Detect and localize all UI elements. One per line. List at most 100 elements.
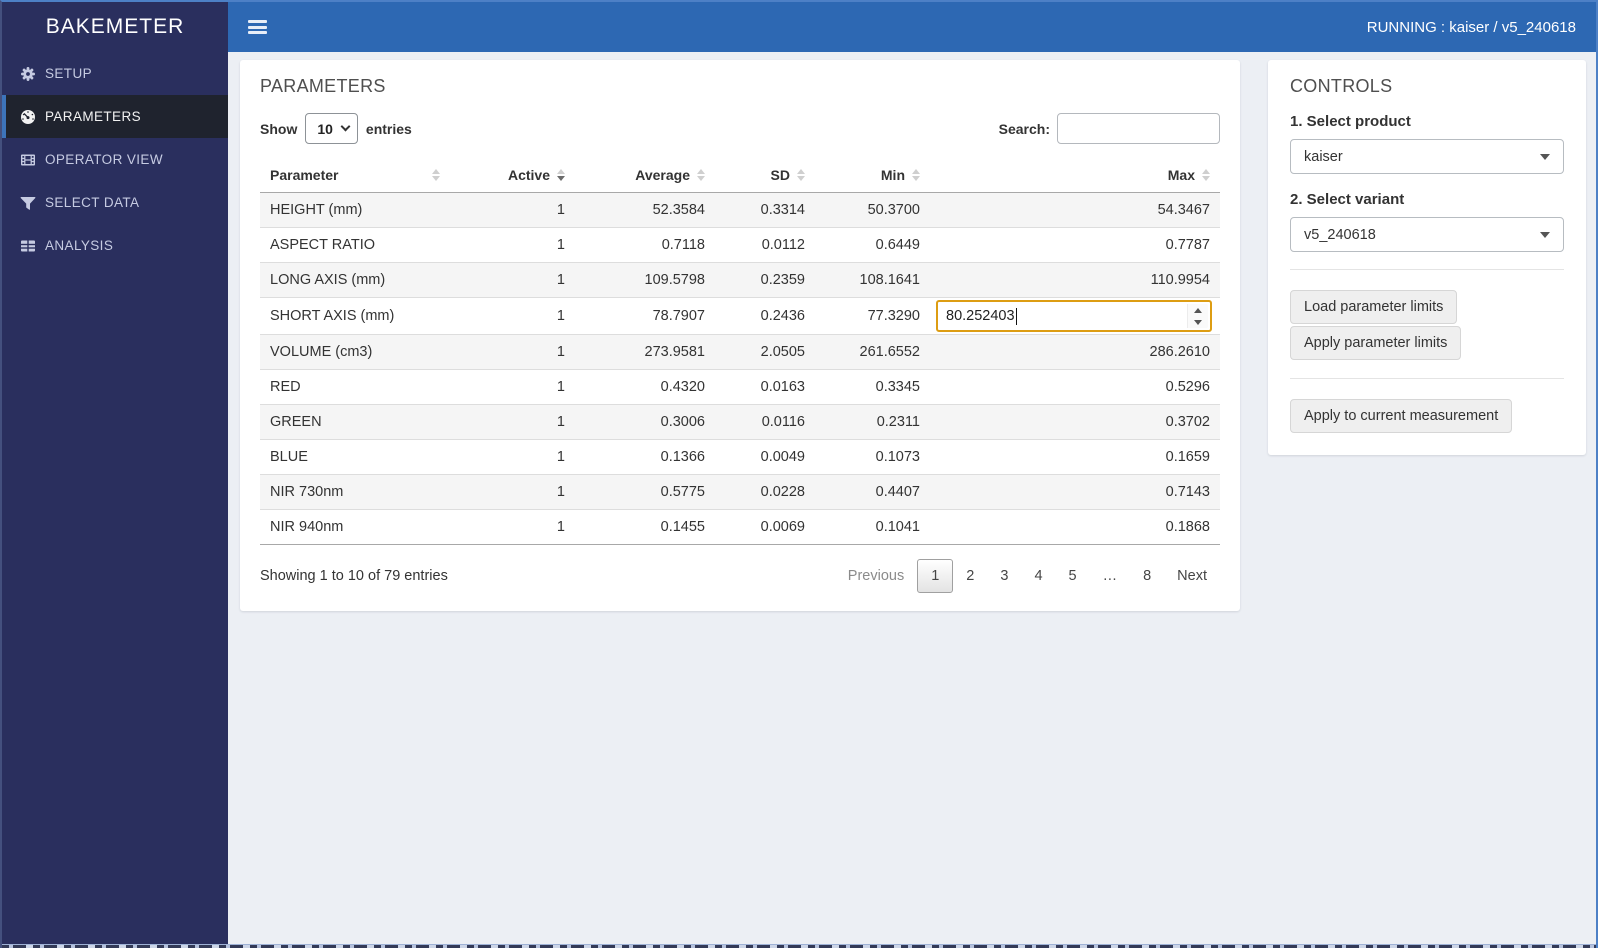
pagination-next[interactable]: Next <box>1164 560 1220 592</box>
max-value-cell: 54.3467 <box>1157 202 1210 218</box>
average-value-cell: 109.5798 <box>644 272 705 288</box>
min-value-cell: 0.3345 <box>875 379 920 395</box>
table-row: NIR 730nm 1 0.5775 0.0228 0.4407 0.7143 <box>260 474 1220 510</box>
spinner-down-icon[interactable] <box>1188 316 1208 328</box>
pagination-page-1[interactable]: 1 <box>917 559 954 593</box>
pagination-previous[interactable]: Previous <box>835 560 917 592</box>
page-length-select[interactable]: 10 <box>305 113 358 144</box>
divider <box>1290 378 1564 379</box>
spinner-up-icon[interactable] <box>1188 304 1208 316</box>
column-header-average[interactable]: Average <box>575 158 715 193</box>
gauge-icon <box>19 108 36 125</box>
parameter-name-cell: ASPECT RATIO <box>270 237 376 253</box>
sidebar-nav: SETUP PARAMETERS OPERATOR VIEW SELECT DATA A… <box>2 52 228 267</box>
max-value-cell: 0.1868 <box>1165 519 1210 535</box>
entries-info: Showing 1 to 10 of 79 entries <box>260 568 448 584</box>
chevron-down-icon <box>340 121 351 132</box>
parameter-name-cell: BLUE <box>270 449 308 465</box>
app-window: BAKEMETER SETUP PARAMETERS OPERATOR VIEW SE… <box>0 0 1598 948</box>
search-input[interactable] <box>1057 113 1220 144</box>
sort-icons <box>1202 169 1210 181</box>
active-value-cell: 1 <box>556 237 565 253</box>
number-spinner[interactable] <box>1187 304 1208 328</box>
column-header-min[interactable]: Min <box>815 158 930 193</box>
parameter-name-cell: NIR 730nm <box>270 484 344 500</box>
active-value-cell: 1 <box>556 519 565 535</box>
max-value-cell: 0.3702 <box>1165 414 1210 430</box>
average-value-cell: 0.7118 <box>661 237 705 253</box>
parameter-name-cell: VOLUME (cm3) <box>270 344 373 360</box>
max-limit-input[interactable]: 80.252403 <box>936 300 1212 332</box>
product-select[interactable]: kaiser <box>1290 139 1564 174</box>
sidebar-item-label: SELECT DATA <box>45 195 140 210</box>
pagination-page-3[interactable]: 3 <box>987 560 1021 592</box>
parameters-panel: PARAMETERS Show 10 entries Search: Param… <box>240 60 1240 611</box>
active-value-cell: 1 <box>556 308 565 324</box>
sidebar-item-analysis[interactable]: ANALYSIS <box>2 224 228 267</box>
table-row: RED 1 0.4320 0.0163 0.3345 0.5296 <box>260 369 1220 405</box>
hamburger-menu-icon[interactable] <box>248 20 267 34</box>
sidebar-item-parameters[interactable]: PARAMETERS <box>2 95 228 138</box>
min-value-cell: 108.1641 <box>859 272 920 288</box>
running-status: RUNNING : kaiser / v5_240618 <box>1366 18 1576 36</box>
column-header-max[interactable]: Max <box>930 158 1220 193</box>
app-title: BAKEMETER <box>45 15 185 38</box>
active-value-cell: 1 <box>556 344 565 360</box>
max-value-cell: 0.7787 <box>1165 237 1210 253</box>
min-value-cell: 261.6552 <box>859 344 920 360</box>
sd-value-cell: 0.2359 <box>760 272 805 288</box>
sidebar-item-operator-view[interactable]: OPERATOR VIEW <box>2 138 228 181</box>
active-value-cell: 1 <box>556 272 565 288</box>
column-header-sd[interactable]: SD <box>715 158 815 193</box>
gear-icon <box>19 65 36 82</box>
load-parameter-limits-button[interactable]: Load parameter limits <box>1290 290 1458 324</box>
min-value-cell: 0.6449 <box>875 237 920 253</box>
pagination-page-2[interactable]: 2 <box>953 560 987 592</box>
apply-to-current-measurement-button[interactable]: Apply to current measurement <box>1290 399 1513 433</box>
column-header-parameter[interactable]: Parameter <box>260 158 450 193</box>
parameters-panel-title: PARAMETERS <box>260 76 386 96</box>
sd-value-cell: 0.0112 <box>761 237 805 253</box>
min-value-cell: 0.1041 <box>875 519 920 535</box>
sd-value-cell: 0.0069 <box>760 519 805 535</box>
min-value-cell: 0.2311 <box>876 414 920 430</box>
max-value-cell: 286.2610 <box>1149 344 1210 360</box>
controls-panel-title: CONTROLS <box>1290 76 1393 96</box>
max-value-cell: 0.7143 <box>1165 484 1210 500</box>
select-product-label: 1. Select product <box>1290 113 1411 130</box>
parameter-name-cell: HEIGHT (mm) <box>270 202 363 218</box>
parameter-name-cell: SHORT AXIS (mm) <box>270 308 395 324</box>
sidebar-item-setup[interactable]: SETUP <box>2 52 228 95</box>
sidebar: BAKEMETER SETUP PARAMETERS OPERATOR VIEW SE… <box>2 2 228 944</box>
table-controls: Show 10 entries Search: <box>260 113 1220 144</box>
min-value-cell: 77.3290 <box>867 308 920 324</box>
limit-buttons: Load parameter limits Apply parameter li… <box>1290 290 1564 360</box>
sidebar-item-select-data[interactable]: SELECT DATA <box>2 181 228 224</box>
parameter-name-cell: NIR 940nm <box>270 519 344 535</box>
average-value-cell: 0.1455 <box>660 519 705 535</box>
max-value-cell: 110.9954 <box>1150 272 1210 288</box>
pagination-page-4[interactable]: 4 <box>1021 560 1055 592</box>
sd-value-cell: 0.0163 <box>760 379 805 395</box>
table-row: ASPECT RATIO 1 0.7118 0.0112 0.6449 0.7787 <box>260 227 1220 263</box>
sidebar-item-label: PARAMETERS <box>45 109 142 124</box>
pagination-page-5[interactable]: 5 <box>1056 560 1090 592</box>
table-row: SHORT AXIS (mm) 1 78.7907 0.2436 77.3290 80.2… <box>260 297 1220 335</box>
table-footer: Showing 1 to 10 of 79 entries Previous 1 2… <box>260 545 1220 593</box>
active-value-cell: 1 <box>556 379 565 395</box>
pagination-page-8[interactable]: 8 <box>1130 560 1164 592</box>
variant-select[interactable]: v5_240618 <box>1290 217 1564 252</box>
table-row: NIR 940nm 1 0.1455 0.0069 0.1041 0.1868 <box>260 509 1220 545</box>
average-value-cell: 78.7907 <box>652 308 705 324</box>
max-value-cell: 0.5296 <box>1165 379 1210 395</box>
search-control: Search: <box>999 113 1220 144</box>
apply-parameter-limits-button[interactable]: Apply parameter limits <box>1290 326 1462 360</box>
page-length-control: Show 10 entries <box>260 113 412 144</box>
sort-icons <box>557 169 565 181</box>
active-value-cell: 1 <box>556 449 565 465</box>
active-value-cell: 1 <box>556 484 565 500</box>
column-header-active[interactable]: Active <box>450 158 575 193</box>
sd-value-cell: 0.2436 <box>760 308 805 324</box>
table-header-row: Parameter Active Average SD Min Max <box>260 158 1220 193</box>
show-label: Show <box>260 120 298 137</box>
